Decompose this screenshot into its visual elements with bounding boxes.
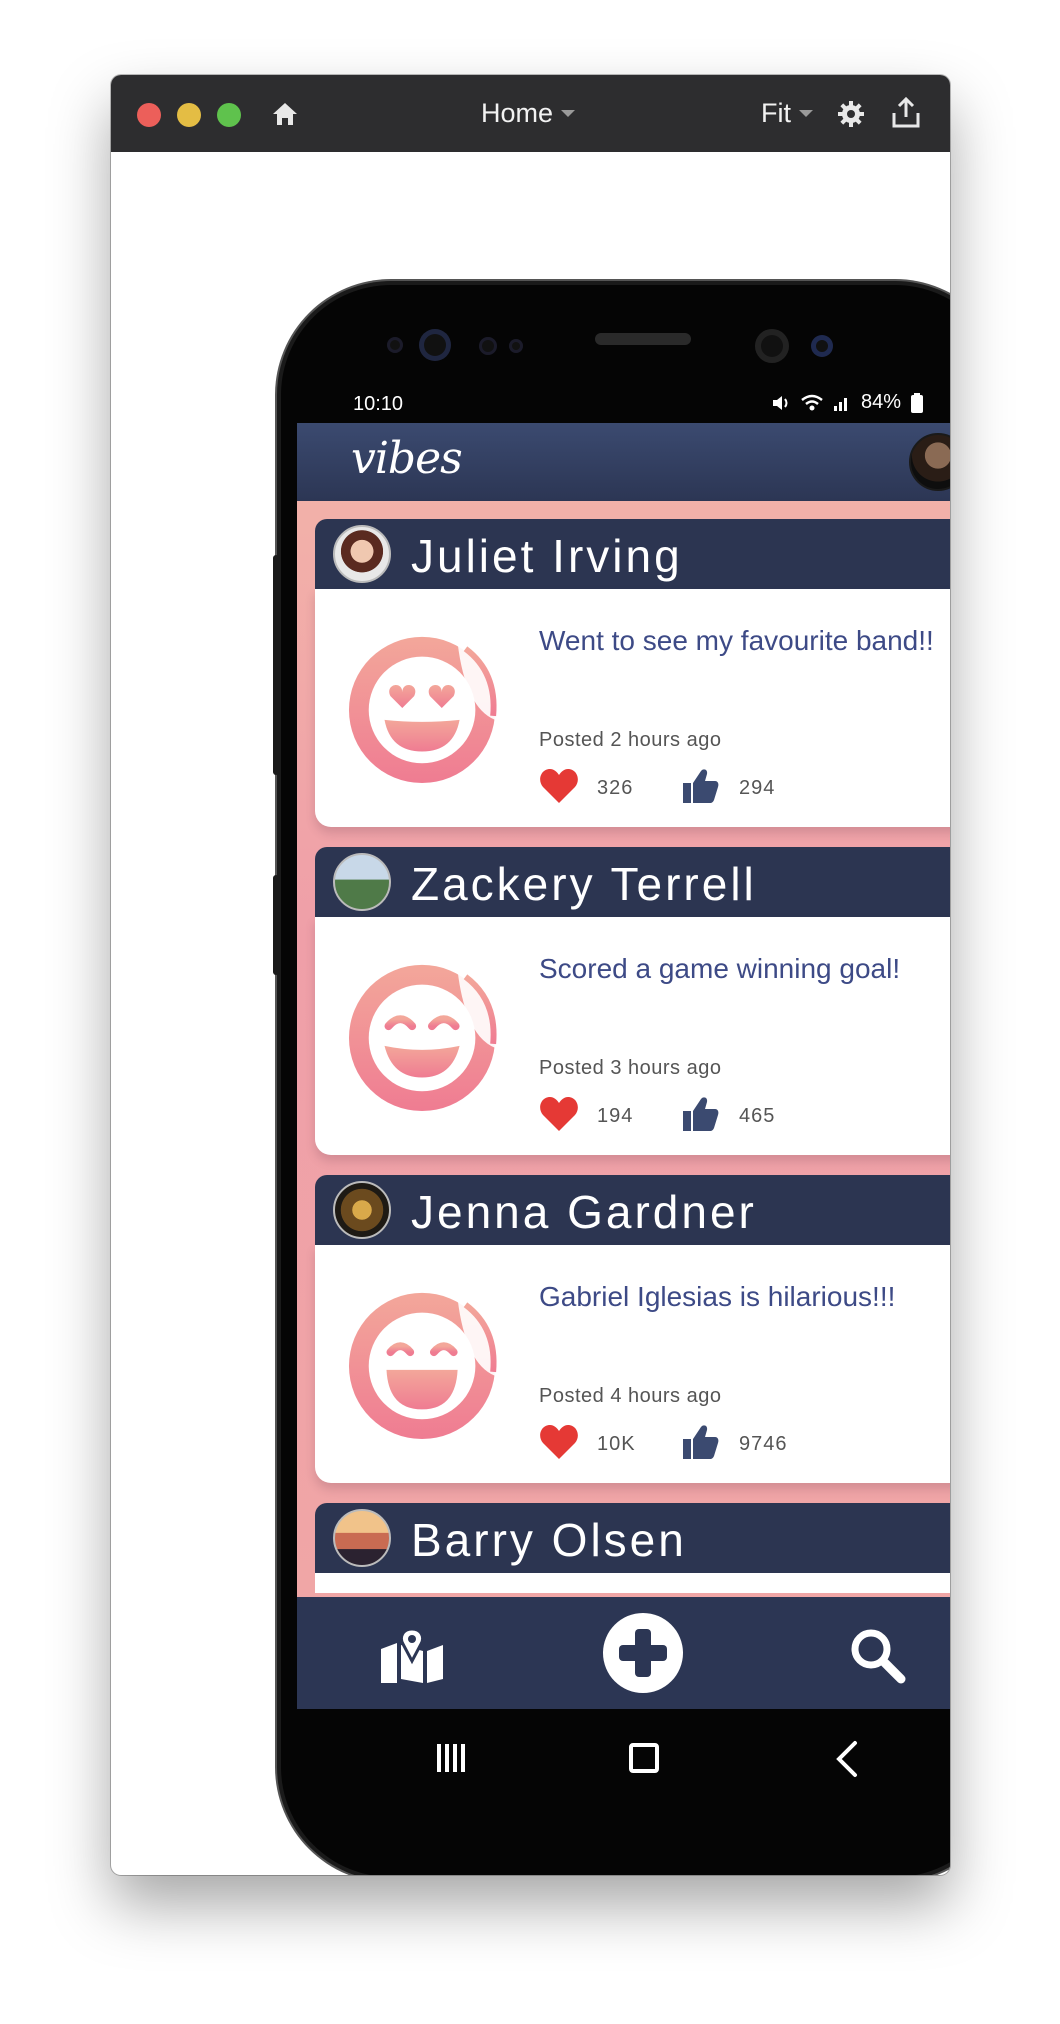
volume-button xyxy=(273,555,279,775)
post-feed: Juliet Irving Went to see my favourite b… xyxy=(315,519,950,1603)
heart-count: 10K xyxy=(597,1433,636,1455)
search-icon[interactable] xyxy=(849,1627,907,1685)
battery-icon xyxy=(911,392,923,413)
post-header: Jenna Gardner xyxy=(315,1175,950,1245)
heart-icon[interactable] xyxy=(539,1095,579,1133)
window-title-dropdown[interactable]: Home xyxy=(481,95,576,131)
sensor-dot xyxy=(811,335,833,357)
smiling-eyes-emoji-icon xyxy=(348,964,497,1112)
status-icons: 84% xyxy=(771,391,923,414)
avatar[interactable] xyxy=(333,1509,391,1567)
home-icon[interactable] xyxy=(271,101,299,127)
volume-icon xyxy=(772,395,788,410)
close-window-button[interactable] xyxy=(137,103,161,127)
maximize-window-button[interactable] xyxy=(217,103,241,127)
minimize-window-button[interactable] xyxy=(177,103,201,127)
post-timestamp: Posted 3 hours ago xyxy=(539,1057,722,1079)
grinning-emoji-icon xyxy=(348,1292,497,1440)
like-count: 9746 xyxy=(739,1433,788,1455)
post-card[interactable]: Zackery Terrell Scored a game winning go… xyxy=(315,847,950,1155)
post-stats: 10K 9746 xyxy=(539,1423,950,1463)
post-timestamp: Posted 4 hours ago xyxy=(539,1385,722,1407)
avatar[interactable] xyxy=(333,525,391,583)
post-author-name[interactable]: Jenna Gardner xyxy=(411,1185,757,1239)
add-icon[interactable] xyxy=(601,1611,685,1695)
sensor-dot xyxy=(509,339,523,353)
status-bar: 10:10 84% xyxy=(353,385,933,425)
app-header: vibes xyxy=(297,423,950,501)
bixby-button xyxy=(273,875,279,975)
post-card[interactable]: Juliet Irving Went to see my favourite b… xyxy=(315,519,950,827)
post-text: Scored a game winning goal! xyxy=(539,953,901,984)
heart-eyes-emoji-icon xyxy=(348,636,497,784)
app-screen: vibes Juliet Irving Went to see my favou… xyxy=(297,423,950,1709)
post-stats: 326 294 xyxy=(539,767,950,807)
iris-camera xyxy=(419,329,451,361)
heart-icon[interactable] xyxy=(539,1423,579,1461)
sensor-row xyxy=(281,323,950,383)
zoom-dropdown[interactable]: Fit xyxy=(761,95,813,131)
sensor-dot xyxy=(479,337,497,355)
thumbs-up-icon[interactable] xyxy=(681,1423,719,1461)
title-bar: Home Fit xyxy=(111,75,950,152)
avatar[interactable] xyxy=(333,853,391,911)
post-header: Juliet Irving xyxy=(315,519,950,589)
thumbs-up-icon[interactable] xyxy=(681,767,719,805)
signal-icon xyxy=(833,397,847,411)
post-text: Went to see my favourite band!! xyxy=(539,625,934,656)
app-window: Home Fit 10:10 84% vibes Juliet Irving W… xyxy=(111,75,950,1875)
status-time: 10:10 xyxy=(353,393,404,415)
post-author-name[interactable]: Barry Olsen xyxy=(411,1513,687,1567)
home-button[interactable] xyxy=(629,1743,659,1773)
bottom-nav xyxy=(297,1597,950,1709)
earpiece-speaker xyxy=(595,333,691,345)
post-author-name[interactable]: Juliet Irving xyxy=(411,529,683,583)
like-count: 294 xyxy=(739,777,776,799)
thumbs-up-icon[interactable] xyxy=(681,1095,719,1133)
chevron-down-icon xyxy=(561,109,576,117)
share-icon[interactable] xyxy=(891,97,921,129)
post-body: Went to see my favourite band!! Posted 2… xyxy=(315,589,950,827)
map-icon[interactable] xyxy=(379,1627,445,1685)
post-timestamp: Posted 2 hours ago xyxy=(539,729,722,751)
gear-icon[interactable] xyxy=(837,100,865,128)
zoom-label: Fit xyxy=(761,97,791,128)
window-title: Home xyxy=(481,97,554,128)
profile-avatar[interactable] xyxy=(909,433,950,491)
heart-count: 326 xyxy=(597,777,634,799)
chevron-down-icon xyxy=(799,109,813,117)
battery-percent: 84% xyxy=(860,391,901,413)
heart-count: 194 xyxy=(597,1105,634,1127)
post-header: Barry Olsen xyxy=(315,1503,950,1573)
post-text: Gabriel Iglesias is hilarious!!! xyxy=(539,1281,896,1312)
like-count: 465 xyxy=(739,1105,776,1127)
system-nav-bar xyxy=(297,1709,950,1809)
post-stats: 194 465 xyxy=(539,1095,950,1135)
post-body: Gabriel Iglesias is hilarious!!! Posted … xyxy=(315,1245,950,1483)
back-icon[interactable] xyxy=(833,1739,863,1779)
phone-frame: 10:10 84% vibes Juliet Irving Went to se… xyxy=(273,285,950,1875)
front-camera xyxy=(755,329,789,363)
post-card[interactable]: Barry Olsen xyxy=(315,1503,950,1593)
post-card[interactable]: Jenna Gardner Gabriel Iglesias is hilari… xyxy=(315,1175,950,1483)
avatar[interactable] xyxy=(333,1181,391,1239)
post-body: Scored a game winning goal! Posted 3 hou… xyxy=(315,917,950,1155)
sensor-dot xyxy=(387,337,403,353)
post-header: Zackery Terrell xyxy=(315,847,950,917)
wifi-icon xyxy=(801,394,823,410)
post-body xyxy=(315,1573,950,1593)
recents-icon[interactable] xyxy=(435,1741,469,1775)
heart-icon[interactable] xyxy=(539,767,579,805)
app-logo: vibes xyxy=(351,433,463,484)
post-author-name[interactable]: Zackery Terrell xyxy=(411,857,757,911)
